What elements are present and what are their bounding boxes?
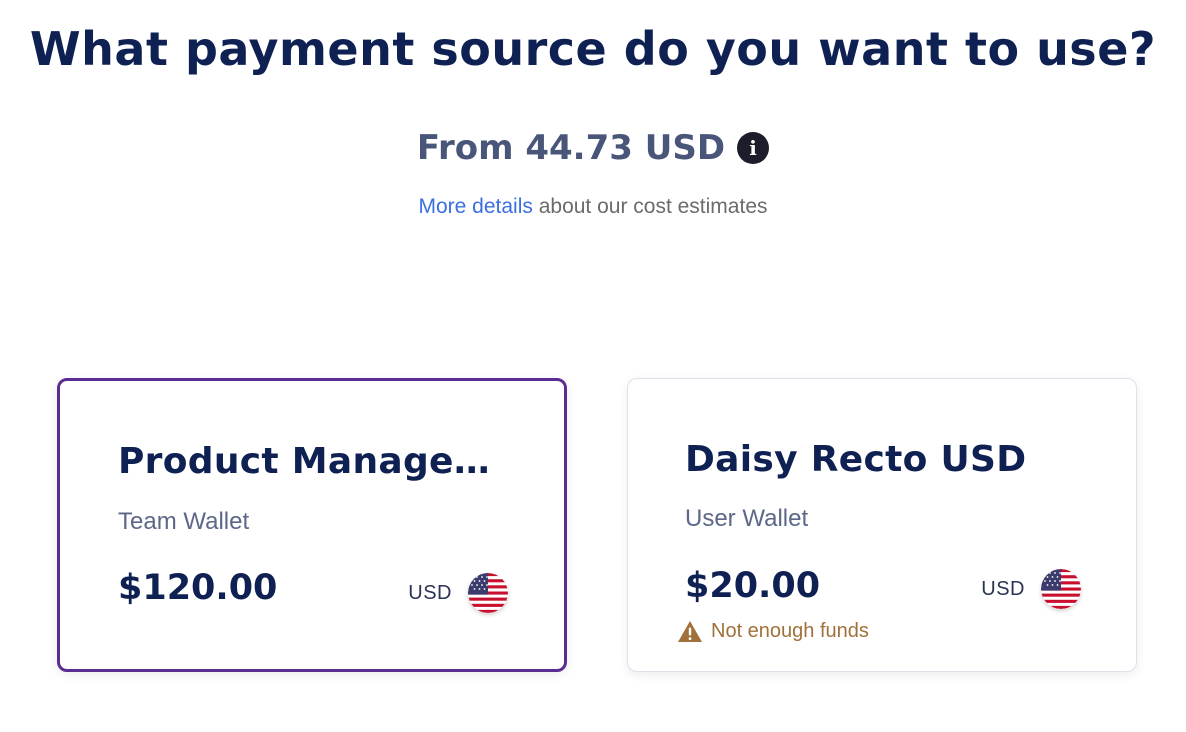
wallet-balance: $120.00	[118, 568, 278, 608]
wallet-type: User Wallet	[685, 505, 809, 532]
wallet-card-user[interactable]: Daisy Recto USD User Wallet $20.00 USD N…	[627, 378, 1137, 672]
info-icon[interactable]: i	[737, 132, 770, 164]
wallet-name: Product Management	[118, 441, 513, 482]
cost-details-line: More details about our cost estimates	[0, 195, 1186, 219]
price-estimate: From 44.73 USD i	[0, 128, 1186, 168]
wallet-currency: USD	[408, 573, 508, 613]
warning-text: Not enough funds	[711, 620, 869, 642]
wallet-currency: USD	[981, 569, 1081, 609]
wallet-name: Daisy Recto USD	[685, 439, 1027, 480]
currency-code: USD	[408, 581, 452, 604]
warning-icon	[678, 621, 702, 642]
insufficient-funds-warning: Not enough funds	[677, 620, 869, 643]
price-estimate-text: From 44.73 USD	[416, 128, 726, 168]
wallet-balance: $20.00	[685, 566, 821, 606]
wallet-card-team[interactable]: Product Management Team Wallet $120.00 U…	[57, 378, 567, 672]
page-title: What payment source do you want to use?	[29, 22, 1157, 76]
currency-code: USD	[981, 577, 1025, 600]
more-details-link[interactable]: More details	[418, 195, 532, 218]
wallet-type: Team Wallet	[118, 508, 250, 535]
us-flag-icon	[1041, 569, 1081, 609]
us-flag-icon	[468, 573, 508, 613]
cost-details-suffix: about our cost estimates	[532, 195, 768, 218]
